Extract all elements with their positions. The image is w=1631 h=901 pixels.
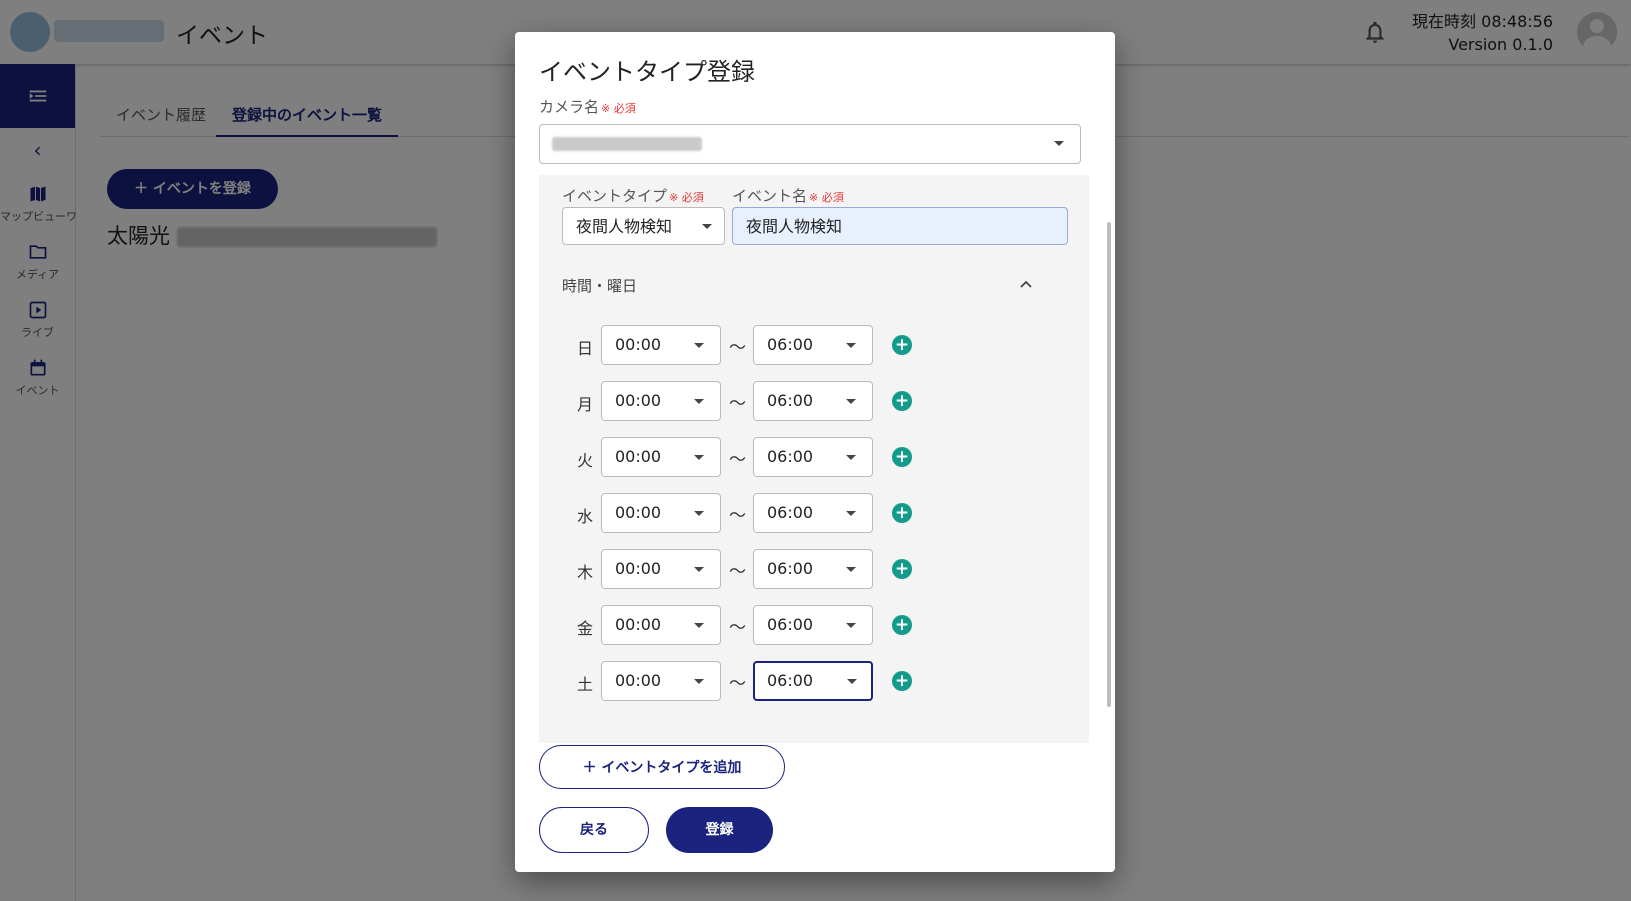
end-time-select[interactable]: 06:00	[753, 493, 873, 533]
start-time-value: 00:00	[615, 335, 662, 354]
camera-label-text: カメラ名	[539, 98, 600, 116]
add-time-range-icon[interactable]: +	[892, 671, 912, 691]
end-time-value: 06:00	[767, 671, 814, 690]
dropdown-caret-icon	[694, 679, 704, 684]
back-button[interactable]: 戻る	[539, 807, 649, 853]
day-label: 日	[577, 339, 594, 358]
start-time-select[interactable]: 00:00	[601, 549, 721, 589]
end-time-value: 06:00	[767, 391, 814, 410]
end-time-select[interactable]: 06:00	[753, 605, 873, 645]
dropdown-caret-icon	[846, 511, 856, 516]
end-time-select[interactable]: 06:00	[753, 549, 873, 589]
dropdown-caret-icon	[702, 224, 712, 229]
dropdown-caret-icon	[846, 567, 856, 572]
end-time-select[interactable]: 06:00	[753, 381, 873, 421]
dialog-title: イベントタイプ登録	[539, 58, 755, 86]
start-time-select[interactable]: 00:00	[601, 325, 721, 365]
schedule-row: 月 00:00 〜 06:00 +	[539, 381, 1089, 421]
add-time-range-icon[interactable]: +	[892, 615, 912, 635]
day-label: 土	[577, 675, 594, 694]
start-time-value: 00:00	[615, 671, 662, 690]
section-title: 時間・曜日	[562, 277, 638, 295]
day-label: 木	[577, 563, 594, 582]
add-event-type-button[interactable]: ＋ イベントタイプを追加	[539, 745, 785, 789]
add-time-range-icon[interactable]: +	[892, 503, 912, 523]
event-name-value: 夜間人物検知	[746, 217, 843, 236]
event-name-label: イベント名 ※ 必須	[732, 185, 844, 206]
start-time-select[interactable]: 00:00	[601, 493, 721, 533]
range-separator: 〜	[729, 394, 746, 414]
start-time-value: 00:00	[615, 391, 662, 410]
required-mark: ※ 必須	[601, 102, 636, 115]
range-separator: 〜	[729, 506, 746, 526]
schedule-row: 日 00:00 〜 06:00 +	[539, 325, 1089, 365]
dropdown-caret-icon	[694, 455, 704, 460]
add-time-range-icon[interactable]: +	[892, 447, 912, 467]
dropdown-caret-icon	[847, 679, 857, 684]
required-mark: ※ 必須	[669, 191, 704, 204]
camera-label: カメラ名 ※ 必須	[539, 96, 636, 117]
start-time-value: 00:00	[615, 447, 662, 466]
event-type-label-text: イベントタイプ	[562, 187, 668, 205]
dropdown-caret-icon	[694, 343, 704, 348]
end-time-value: 06:00	[767, 503, 814, 522]
event-name-input[interactable]: 夜間人物検知	[732, 207, 1068, 245]
end-time-value: 06:00	[767, 335, 814, 354]
dropdown-caret-icon	[694, 511, 704, 516]
end-time-select[interactable]: 06:00	[753, 437, 873, 477]
start-time-select[interactable]: 00:00	[601, 661, 721, 701]
dialog-scrollbar[interactable]	[1105, 102, 1113, 742]
day-label: 月	[577, 395, 594, 414]
start-time-select[interactable]: 00:00	[601, 437, 721, 477]
end-time-select[interactable]: 06:00	[753, 661, 873, 701]
end-time-value: 06:00	[767, 559, 814, 578]
event-type-dialog: イベントタイプ登録 カメラ名 ※ 必須 イベントタイプ ※ 必須 イベント名 ※ 必須…	[515, 32, 1115, 872]
schedule-row: 土 00:00 〜 06:00 +	[539, 661, 1089, 701]
schedule-row: 水 00:00 〜 06:00 +	[539, 493, 1089, 533]
end-time-value: 06:00	[767, 615, 814, 634]
start-time-select[interactable]: 00:00	[601, 605, 721, 645]
day-label: 水	[577, 507, 594, 526]
end-time-select[interactable]: 06:00	[753, 325, 873, 365]
range-separator: 〜	[729, 450, 746, 470]
redacted-camera-name	[552, 137, 702, 151]
end-time-value: 06:00	[767, 447, 814, 466]
range-separator: 〜	[729, 674, 746, 694]
submit-button[interactable]: 登録	[666, 807, 773, 853]
event-type-value: 夜間人物検知	[576, 217, 673, 236]
schedule-row: 火 00:00 〜 06:00 +	[539, 437, 1089, 477]
event-type-select[interactable]: 夜間人物検知	[562, 207, 725, 245]
range-separator: 〜	[729, 562, 746, 582]
dropdown-caret-icon	[1054, 141, 1064, 146]
event-type-panel: イベントタイプ ※ 必須 イベント名 ※ 必須 夜間人物検知 夜間人物検知 時間・曜…	[539, 175, 1089, 743]
schedule-row: 金 00:00 〜 06:00 +	[539, 605, 1089, 645]
day-label: 金	[577, 619, 594, 638]
start-time-select[interactable]: 00:00	[601, 381, 721, 421]
start-time-value: 00:00	[615, 503, 662, 522]
add-time-range-icon[interactable]: +	[892, 335, 912, 355]
dropdown-caret-icon	[694, 399, 704, 404]
event-type-label: イベントタイプ ※ 必須	[562, 185, 704, 206]
camera-select[interactable]	[539, 124, 1081, 164]
chevron-up-icon[interactable]	[1019, 277, 1033, 291]
dropdown-caret-icon	[694, 567, 704, 572]
scrollbar-thumb[interactable]	[1107, 222, 1111, 707]
required-mark: ※ 必須	[809, 191, 844, 204]
add-time-range-icon[interactable]: +	[892, 559, 912, 579]
start-time-value: 00:00	[615, 559, 662, 578]
range-separator: 〜	[729, 338, 746, 358]
dropdown-caret-icon	[846, 343, 856, 348]
dropdown-caret-icon	[694, 623, 704, 628]
day-label: 火	[577, 451, 594, 470]
dropdown-caret-icon	[846, 399, 856, 404]
range-separator: 〜	[729, 618, 746, 638]
add-time-range-icon[interactable]: +	[892, 391, 912, 411]
dropdown-caret-icon	[846, 455, 856, 460]
start-time-value: 00:00	[615, 615, 662, 634]
event-name-label-text: イベント名	[732, 187, 808, 205]
dropdown-caret-icon	[846, 623, 856, 628]
schedule-row: 木 00:00 〜 06:00 +	[539, 549, 1089, 589]
